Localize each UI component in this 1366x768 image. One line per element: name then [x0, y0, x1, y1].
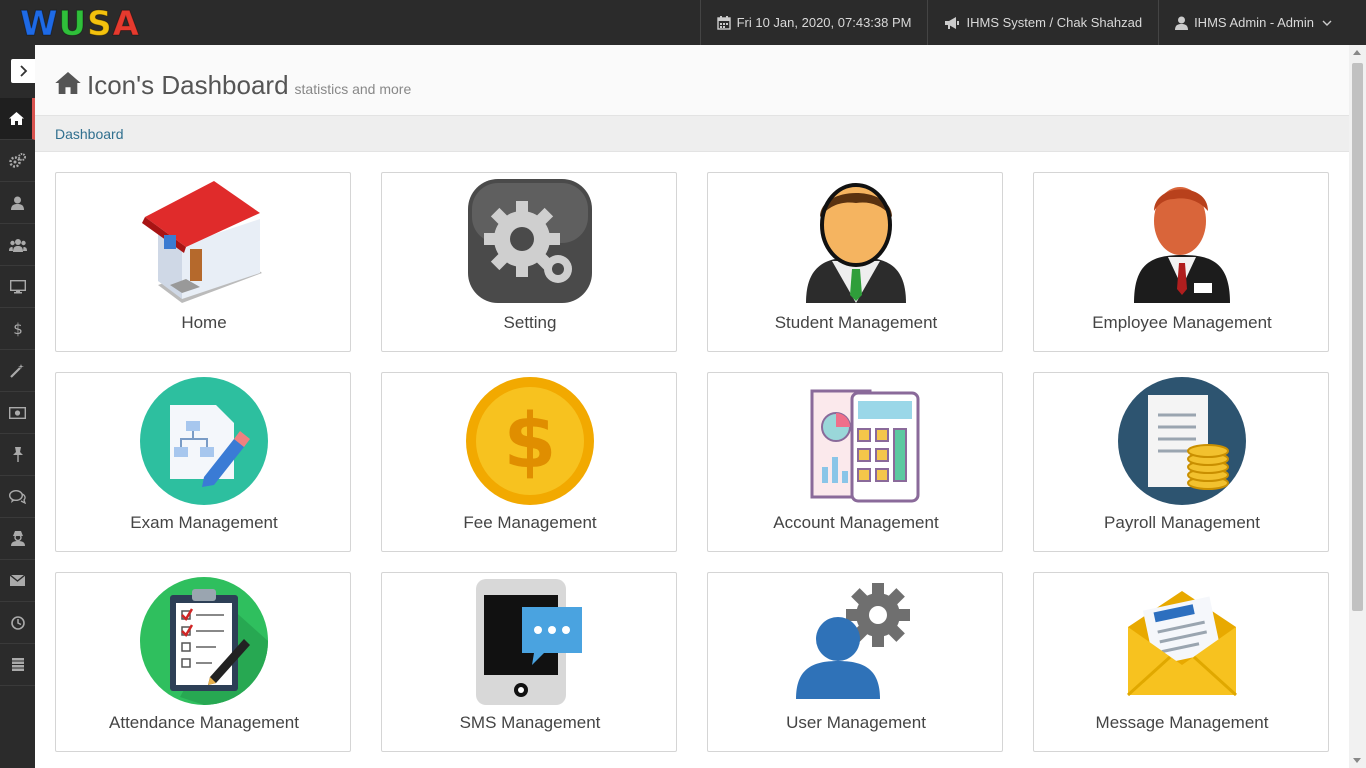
house-icon [142, 181, 262, 303]
clock-icon [10, 615, 25, 630]
page-scrollbar[interactable] [1349, 45, 1366, 768]
pushpin-icon [12, 447, 23, 462]
tile-label: Setting [503, 313, 557, 332]
tile-label: Home [181, 313, 227, 332]
scrollbar-thumb[interactable] [1352, 63, 1363, 611]
payroll-icon [1118, 377, 1246, 505]
tile-fee-management[interactable]: $ Fee Management [381, 372, 677, 552]
users-icon [8, 238, 27, 252]
user-menu[interactable]: IHMS Admin - Admin [1158, 0, 1348, 45]
tile-label: Exam Management [130, 513, 278, 532]
sidebar-item-reports[interactable] [0, 644, 35, 686]
logo-letter-w: W [20, 4, 59, 44]
sidebar-item-attendance[interactable] [0, 602, 35, 644]
sidebar-item-notices[interactable] [0, 434, 35, 476]
gear-icon [468, 179, 592, 303]
calculator-icon [810, 389, 920, 503]
scroll-down-arrow[interactable] [1353, 758, 1361, 763]
sidebar-item-payroll[interactable] [0, 392, 35, 434]
bullhorn-icon [945, 16, 960, 29]
tile-employee-management[interactable]: Employee Management [1033, 172, 1329, 352]
sidebar-item-sms[interactable] [0, 476, 35, 518]
tile-label: Attendance Management [109, 713, 299, 732]
breadcrumb: Dashboard [35, 115, 1349, 152]
comments-icon [9, 489, 26, 504]
chevron-down-icon [1322, 20, 1332, 26]
tile-payroll-management[interactable]: Payroll Management [1033, 372, 1329, 552]
sidebar-item-fee[interactable]: $ [0, 308, 35, 350]
clipboard-icon [140, 577, 268, 705]
datetime-text: Fri 10 Jan, 2020, 07:43:38 PM [736, 15, 912, 30]
sidebar-toggle-button[interactable] [11, 59, 35, 83]
home-icon [55, 72, 81, 94]
top-navbar: W U S A Fri 10 Jan, 2020, 07:43:38 PM IH… [0, 0, 1366, 45]
page-header: Icon's Dashboard statistics and more [35, 45, 1349, 115]
app-logo[interactable]: W U S A [20, 4, 140, 44]
sidebar-item-messages[interactable] [0, 560, 35, 602]
tile-label: User Management [786, 713, 926, 732]
page-subtitle: statistics and more [294, 81, 412, 97]
sidebar-item-users[interactable] [0, 518, 35, 560]
sidebar: $ [0, 45, 35, 768]
tile-sms-management[interactable]: SMS Management [381, 572, 677, 752]
cogs-icon [9, 153, 26, 168]
list-icon [11, 658, 24, 671]
envelope-icon [10, 575, 25, 586]
main-content: Icon's Dashboard statistics and more Das… [35, 45, 1349, 768]
system-text: IHMS System / Chak Shahzad [966, 15, 1143, 30]
svg-text:$: $ [504, 396, 557, 485]
dollar-icon: $ [13, 321, 23, 337]
tile-label: Account Management [773, 513, 939, 532]
datetime-display: Fri 10 Jan, 2020, 07:43:38 PM [699, 0, 928, 45]
tile-label: Fee Management [463, 513, 597, 532]
tile-message-management[interactable]: Message Management [1033, 572, 1329, 752]
tile-attendance-management[interactable]: Attendance Management [55, 572, 351, 752]
tile-label: Employee Management [1092, 313, 1272, 332]
svg-text:$: $ [13, 321, 23, 337]
tile-account-management[interactable]: Account Management [707, 372, 1003, 552]
calendar-icon [716, 15, 731, 30]
magic-wand-icon [10, 364, 24, 378]
user-secret-icon [10, 531, 25, 546]
desktop-icon [9, 279, 26, 293]
sidebar-item-exam[interactable] [0, 266, 35, 308]
page-title-text: Icon's Dashboard [87, 70, 289, 100]
home-icon [8, 112, 24, 125]
tile-label: SMS Management [459, 713, 601, 732]
sidebar-item-settings[interactable] [0, 140, 35, 182]
scroll-up-arrow[interactable] [1353, 50, 1361, 55]
tile-exam-management[interactable]: Exam Management [55, 372, 351, 552]
tile-label: Student Management [774, 313, 938, 332]
user-icon [11, 196, 24, 210]
mail-icon [1126, 591, 1238, 697]
coin-icon: $ [466, 377, 594, 505]
sidebar-item-employees[interactable] [0, 224, 35, 266]
sidebar-item-student[interactable] [0, 182, 35, 224]
logo-letter-u: U [58, 4, 88, 44]
tile-student-management[interactable]: Student Management [707, 172, 1003, 352]
user-icon [1175, 16, 1189, 30]
logo-letter-a: A [112, 4, 140, 44]
user-gear-icon [796, 583, 910, 699]
student-icon [806, 183, 906, 303]
phone-icon [476, 579, 582, 705]
exam-icon [140, 377, 268, 505]
logo-letter-s: S [87, 4, 113, 44]
user-name: IHMS Admin - Admin [1194, 15, 1314, 30]
tile-home[interactable]: Home [55, 172, 351, 352]
sidebar-item-tools[interactable] [0, 350, 35, 392]
money-icon [9, 406, 26, 419]
employee-icon [1134, 187, 1230, 303]
tile-user-management[interactable]: User Management [707, 572, 1003, 752]
chevron-right-icon [20, 65, 28, 77]
tile-label: Message Management [1095, 713, 1269, 732]
breadcrumb-dashboard-link[interactable]: Dashboard [55, 126, 124, 142]
system-location[interactable]: IHMS System / Chak Shahzad [927, 0, 1158, 45]
tile-label: Payroll Management [1104, 513, 1260, 532]
tile-setting[interactable]: Setting [381, 172, 677, 352]
page-title: Icon's Dashboard statistics and more [55, 70, 411, 101]
sidebar-item-home[interactable] [0, 98, 35, 140]
